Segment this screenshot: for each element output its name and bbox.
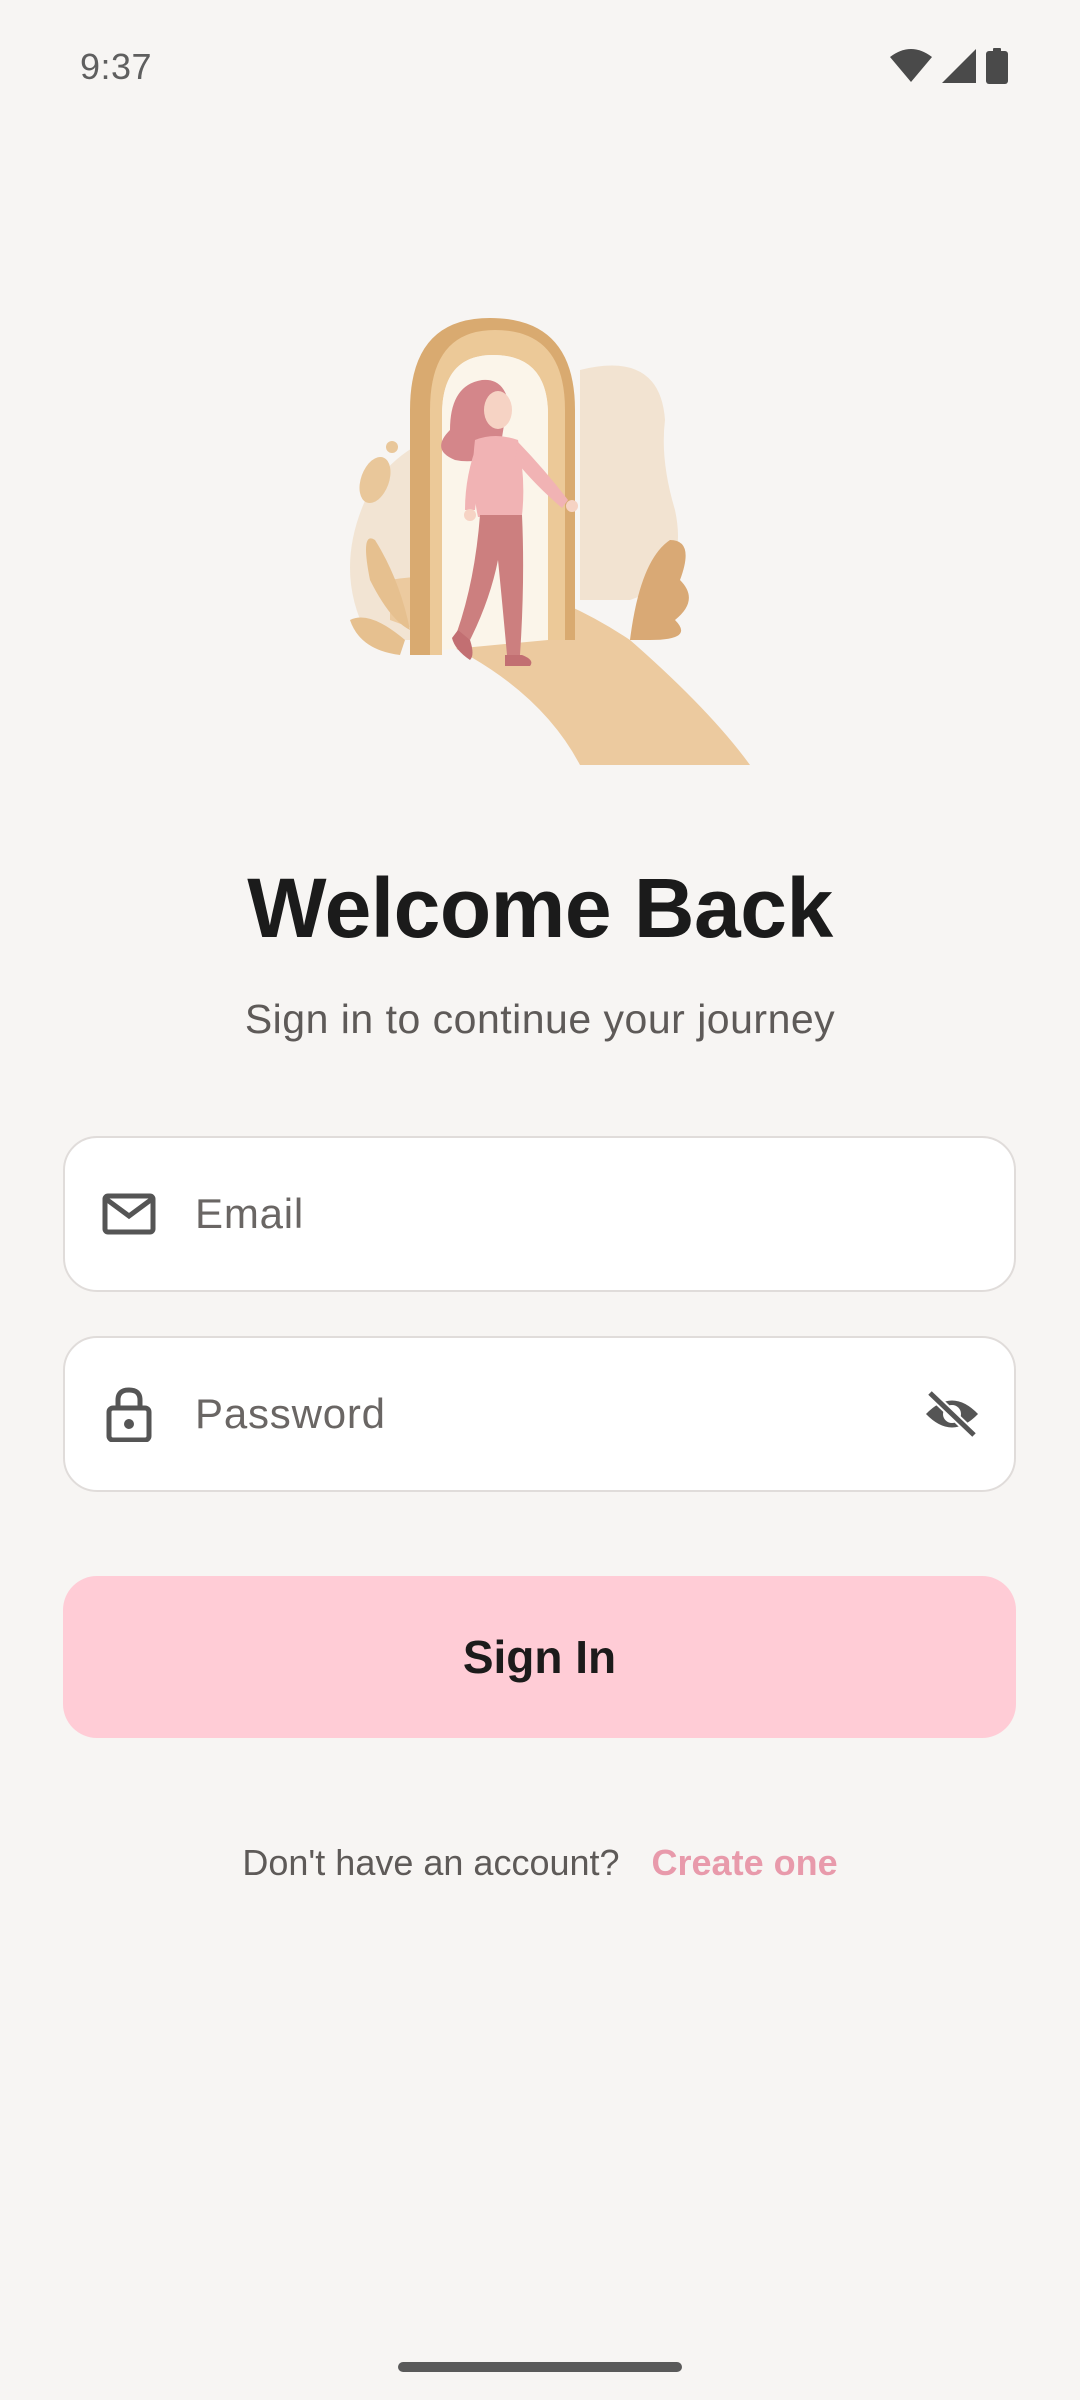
lock-icon: [93, 1386, 165, 1442]
status-time: 9:37: [80, 46, 153, 87]
illustration-woman-arch: [330, 310, 750, 770]
home-indicator[interactable]: [398, 2362, 682, 2372]
signup-prompt-row: Don't have an account? Create one: [0, 1842, 1080, 1884]
mail-icon: [93, 1193, 165, 1235]
status-bar: 9:37: [0, 0, 1080, 130]
create-account-link[interactable]: Create one: [652, 1842, 838, 1884]
password-input[interactable]: [195, 1390, 912, 1438]
page-title: Welcome Back: [247, 861, 833, 955]
email-field[interactable]: [63, 1136, 1016, 1292]
email-input[interactable]: [195, 1190, 1014, 1238]
signup-prompt-text: Don't have an account?: [242, 1842, 620, 1883]
sign-in-button[interactable]: Sign In: [63, 1576, 1016, 1738]
wifi-icon: [890, 49, 932, 82]
password-field[interactable]: [63, 1336, 1016, 1492]
signal-icon: [942, 49, 976, 83]
page-subtitle: Sign in to continue your journey: [244, 996, 836, 1042]
battery-icon: [986, 48, 1008, 84]
status-icons: [890, 48, 1008, 84]
eye-off-icon[interactable]: [912, 1389, 992, 1439]
